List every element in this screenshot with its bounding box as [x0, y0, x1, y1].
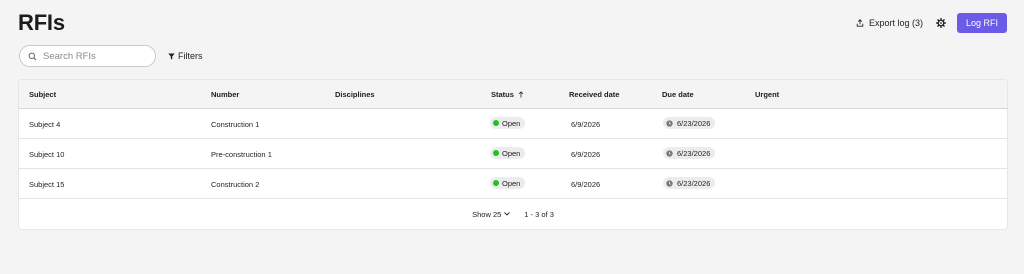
- cell-subject: Subject 4: [29, 120, 61, 129]
- due-date-label: 6/23/2026: [677, 118, 711, 128]
- filter-icon: [168, 52, 175, 60]
- column-header-due-date[interactable]: Due date: [662, 90, 694, 99]
- search-input[interactable]: [43, 50, 143, 62]
- log-rfi-button[interactable]: Log RFI: [957, 13, 1007, 33]
- cell-subject: Subject 15: [29, 180, 65, 189]
- column-header-received-date-label: Received date: [569, 90, 620, 99]
- table-row[interactable]: Subject 15 Construction 2 Open 6/9/2026 …: [19, 169, 1007, 199]
- page-size-label: Show 25: [472, 209, 502, 219]
- table-row[interactable]: Subject 4 Construction 1 Open 6/9/2026 6…: [19, 109, 1007, 139]
- column-header-number-label: Number: [211, 90, 240, 99]
- chevron-down-icon: [504, 212, 511, 216]
- export-icon: [856, 19, 864, 27]
- clock-icon: [666, 179, 673, 187]
- search-icon: [28, 52, 37, 60]
- column-header-status[interactable]: Status: [491, 90, 524, 99]
- rfi-table: Subject Number Disciplines Status Receiv…: [19, 80, 1007, 229]
- page-title: RFIs: [18, 10, 65, 35]
- status-badge: Open: [490, 117, 526, 129]
- table-row[interactable]: Subject 10 Pre-construction 1 Open 6/9/2…: [19, 139, 1007, 169]
- column-header-due-date-label: Due date: [662, 90, 694, 99]
- status-badge: Open: [490, 177, 526, 189]
- due-date-badge: 6/23/2026: [663, 147, 716, 159]
- filters-label: Filters: [178, 51, 203, 61]
- export-log-label: Export log (3): [868, 18, 923, 28]
- column-header-subject[interactable]: Subject: [29, 90, 56, 99]
- cell-number: Construction 2: [211, 180, 260, 189]
- due-date-badge: 6/23/2026: [663, 117, 716, 129]
- cell-received-date: 6/9/2026: [571, 180, 601, 189]
- page-size-select[interactable]: Show 25: [472, 209, 511, 219]
- status-badge-label: Open: [502, 148, 521, 158]
- header-actions: Export log (3) Log RFI: [856, 13, 1007, 33]
- column-header-urgent[interactable]: Urgent: [755, 90, 779, 99]
- due-date-label: 6/23/2026: [677, 148, 711, 158]
- column-header-disciplines-label: Disciplines: [335, 90, 375, 99]
- clock-icon: [666, 149, 673, 157]
- cell-received-date: 6/9/2026: [571, 120, 601, 129]
- gear-icon: [936, 18, 946, 28]
- column-header-status-label: Status: [491, 90, 514, 99]
- arrow-up-icon: [518, 91, 524, 98]
- due-date-label: 6/23/2026: [677, 178, 711, 188]
- cell-number: Pre-construction 1: [211, 150, 272, 159]
- pagination: Show 25 1 - 3 of 3: [19, 199, 1007, 229]
- status-open-dot: [493, 150, 499, 156]
- status-badge-label: Open: [502, 118, 521, 128]
- column-header-disciplines[interactable]: Disciplines: [335, 90, 375, 99]
- search-box[interactable]: [19, 45, 156, 67]
- filters-button[interactable]: Filters: [168, 51, 203, 61]
- pagination-range: 1 - 3 of 3: [524, 209, 554, 219]
- clock-icon: [666, 119, 673, 127]
- status-badge: Open: [490, 147, 526, 159]
- table-header: Subject Number Disciplines Status Receiv…: [19, 80, 1007, 109]
- status-open-dot: [493, 180, 499, 186]
- column-header-received-date[interactable]: Received date: [569, 90, 619, 99]
- cell-received-date: 6/9/2026: [571, 150, 601, 159]
- column-header-number[interactable]: Number: [211, 90, 239, 99]
- column-header-subject-label: Subject: [29, 90, 57, 99]
- due-date-badge: 6/23/2026: [663, 177, 716, 189]
- export-log-button[interactable]: Export log (3): [856, 18, 923, 28]
- status-open-dot: [493, 120, 499, 126]
- cell-number: Construction 1: [211, 120, 260, 129]
- settings-button[interactable]: [935, 17, 947, 29]
- cell-subject: Subject 10: [29, 150, 65, 159]
- status-badge-label: Open: [502, 178, 521, 188]
- column-header-urgent-label: Urgent: [755, 90, 780, 99]
